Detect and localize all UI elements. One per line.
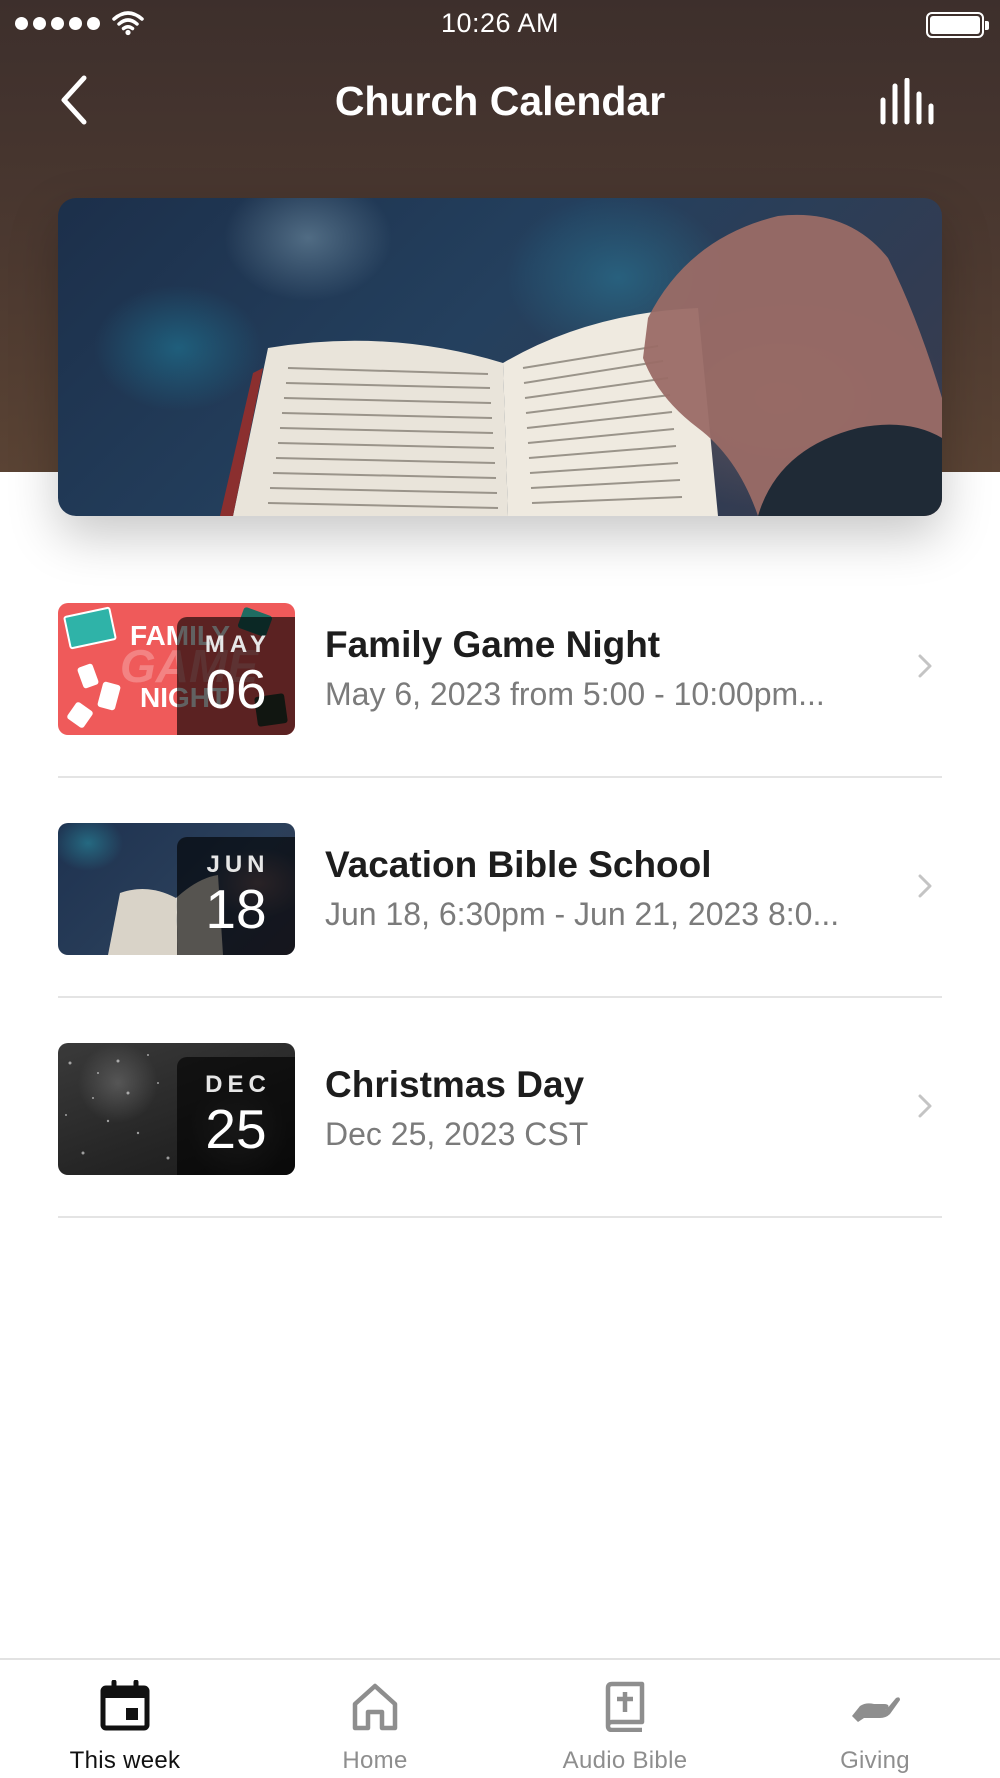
event-subtitle: Dec 25, 2023 CST — [325, 1116, 589, 1152]
date-badge: JUN 18 — [177, 837, 295, 955]
date-day: 25 — [205, 1098, 267, 1160]
status-bar: 10:26 AM — [0, 0, 1000, 50]
event-subtitle: May 6, 2023 from 5:00 - 10:00pm... — [325, 676, 825, 712]
list-divider — [58, 1216, 942, 1218]
event-title: Vacation Bible School — [325, 844, 712, 885]
battery-icon — [926, 12, 989, 38]
event-row-vacation-bible-school[interactable]: JUN 18 Vacation Bible School Jun 18, 6:3… — [58, 778, 942, 998]
giving-hand-icon — [852, 1697, 900, 1722]
date-badge: DEC 25 — [177, 1057, 295, 1175]
chevron-right-icon — [918, 654, 932, 678]
home-icon — [352, 1683, 398, 1731]
event-subtitle: Jun 18, 6:30pm - Jun 21, 2023 8:0... — [325, 896, 840, 932]
audio-bars-icon[interactable] — [878, 78, 938, 126]
calendar-icon — [100, 1680, 150, 1731]
date-month: JUN — [206, 851, 270, 878]
date-month: MAY — [204, 631, 272, 658]
open-bible-illustration — [220, 214, 942, 516]
hero-image — [58, 198, 942, 516]
status-time: 10:26 AM — [440, 8, 560, 38]
tab-audio-bible[interactable]: Audio Bible — [500, 1660, 750, 1778]
chevron-right-icon — [918, 874, 932, 898]
tab-giving[interactable]: Giving — [750, 1660, 1000, 1778]
tab-home[interactable]: Home — [250, 1660, 500, 1778]
chevron-right-icon — [918, 1094, 932, 1118]
event-row-christmas-day[interactable]: DEC 25 Christmas Day Dec 25, 2023 CST — [58, 998, 942, 1218]
event-title: Family Game Night — [325, 624, 661, 665]
date-day: 06 — [205, 658, 267, 720]
event-thumbnail: JUN 18 — [58, 823, 295, 955]
tab-bar: This week Home Audio Bible Giving — [0, 1658, 1000, 1778]
event-title: Christmas Day — [325, 1064, 585, 1105]
tab-label: This week — [69, 1747, 181, 1774]
tab-label: Giving — [840, 1747, 910, 1774]
page-title: Church Calendar — [334, 78, 666, 124]
event-row-family-game-night[interactable]: GAME FAMILY NIGHT MAY 06 Family Game Nig… — [58, 558, 942, 778]
date-month: DEC — [205, 1071, 271, 1098]
date-badge: MAY 06 — [177, 617, 295, 735]
tab-label: Home — [342, 1747, 408, 1774]
date-day: 18 — [205, 878, 267, 940]
tab-label: Audio Bible — [562, 1747, 688, 1774]
event-thumbnail: DEC 25 — [58, 1043, 295, 1175]
bible-icon — [605, 1681, 645, 1732]
event-thumbnail: GAME FAMILY NIGHT MAY 06 — [58, 603, 295, 735]
tab-this-week[interactable]: This week — [0, 1660, 250, 1778]
